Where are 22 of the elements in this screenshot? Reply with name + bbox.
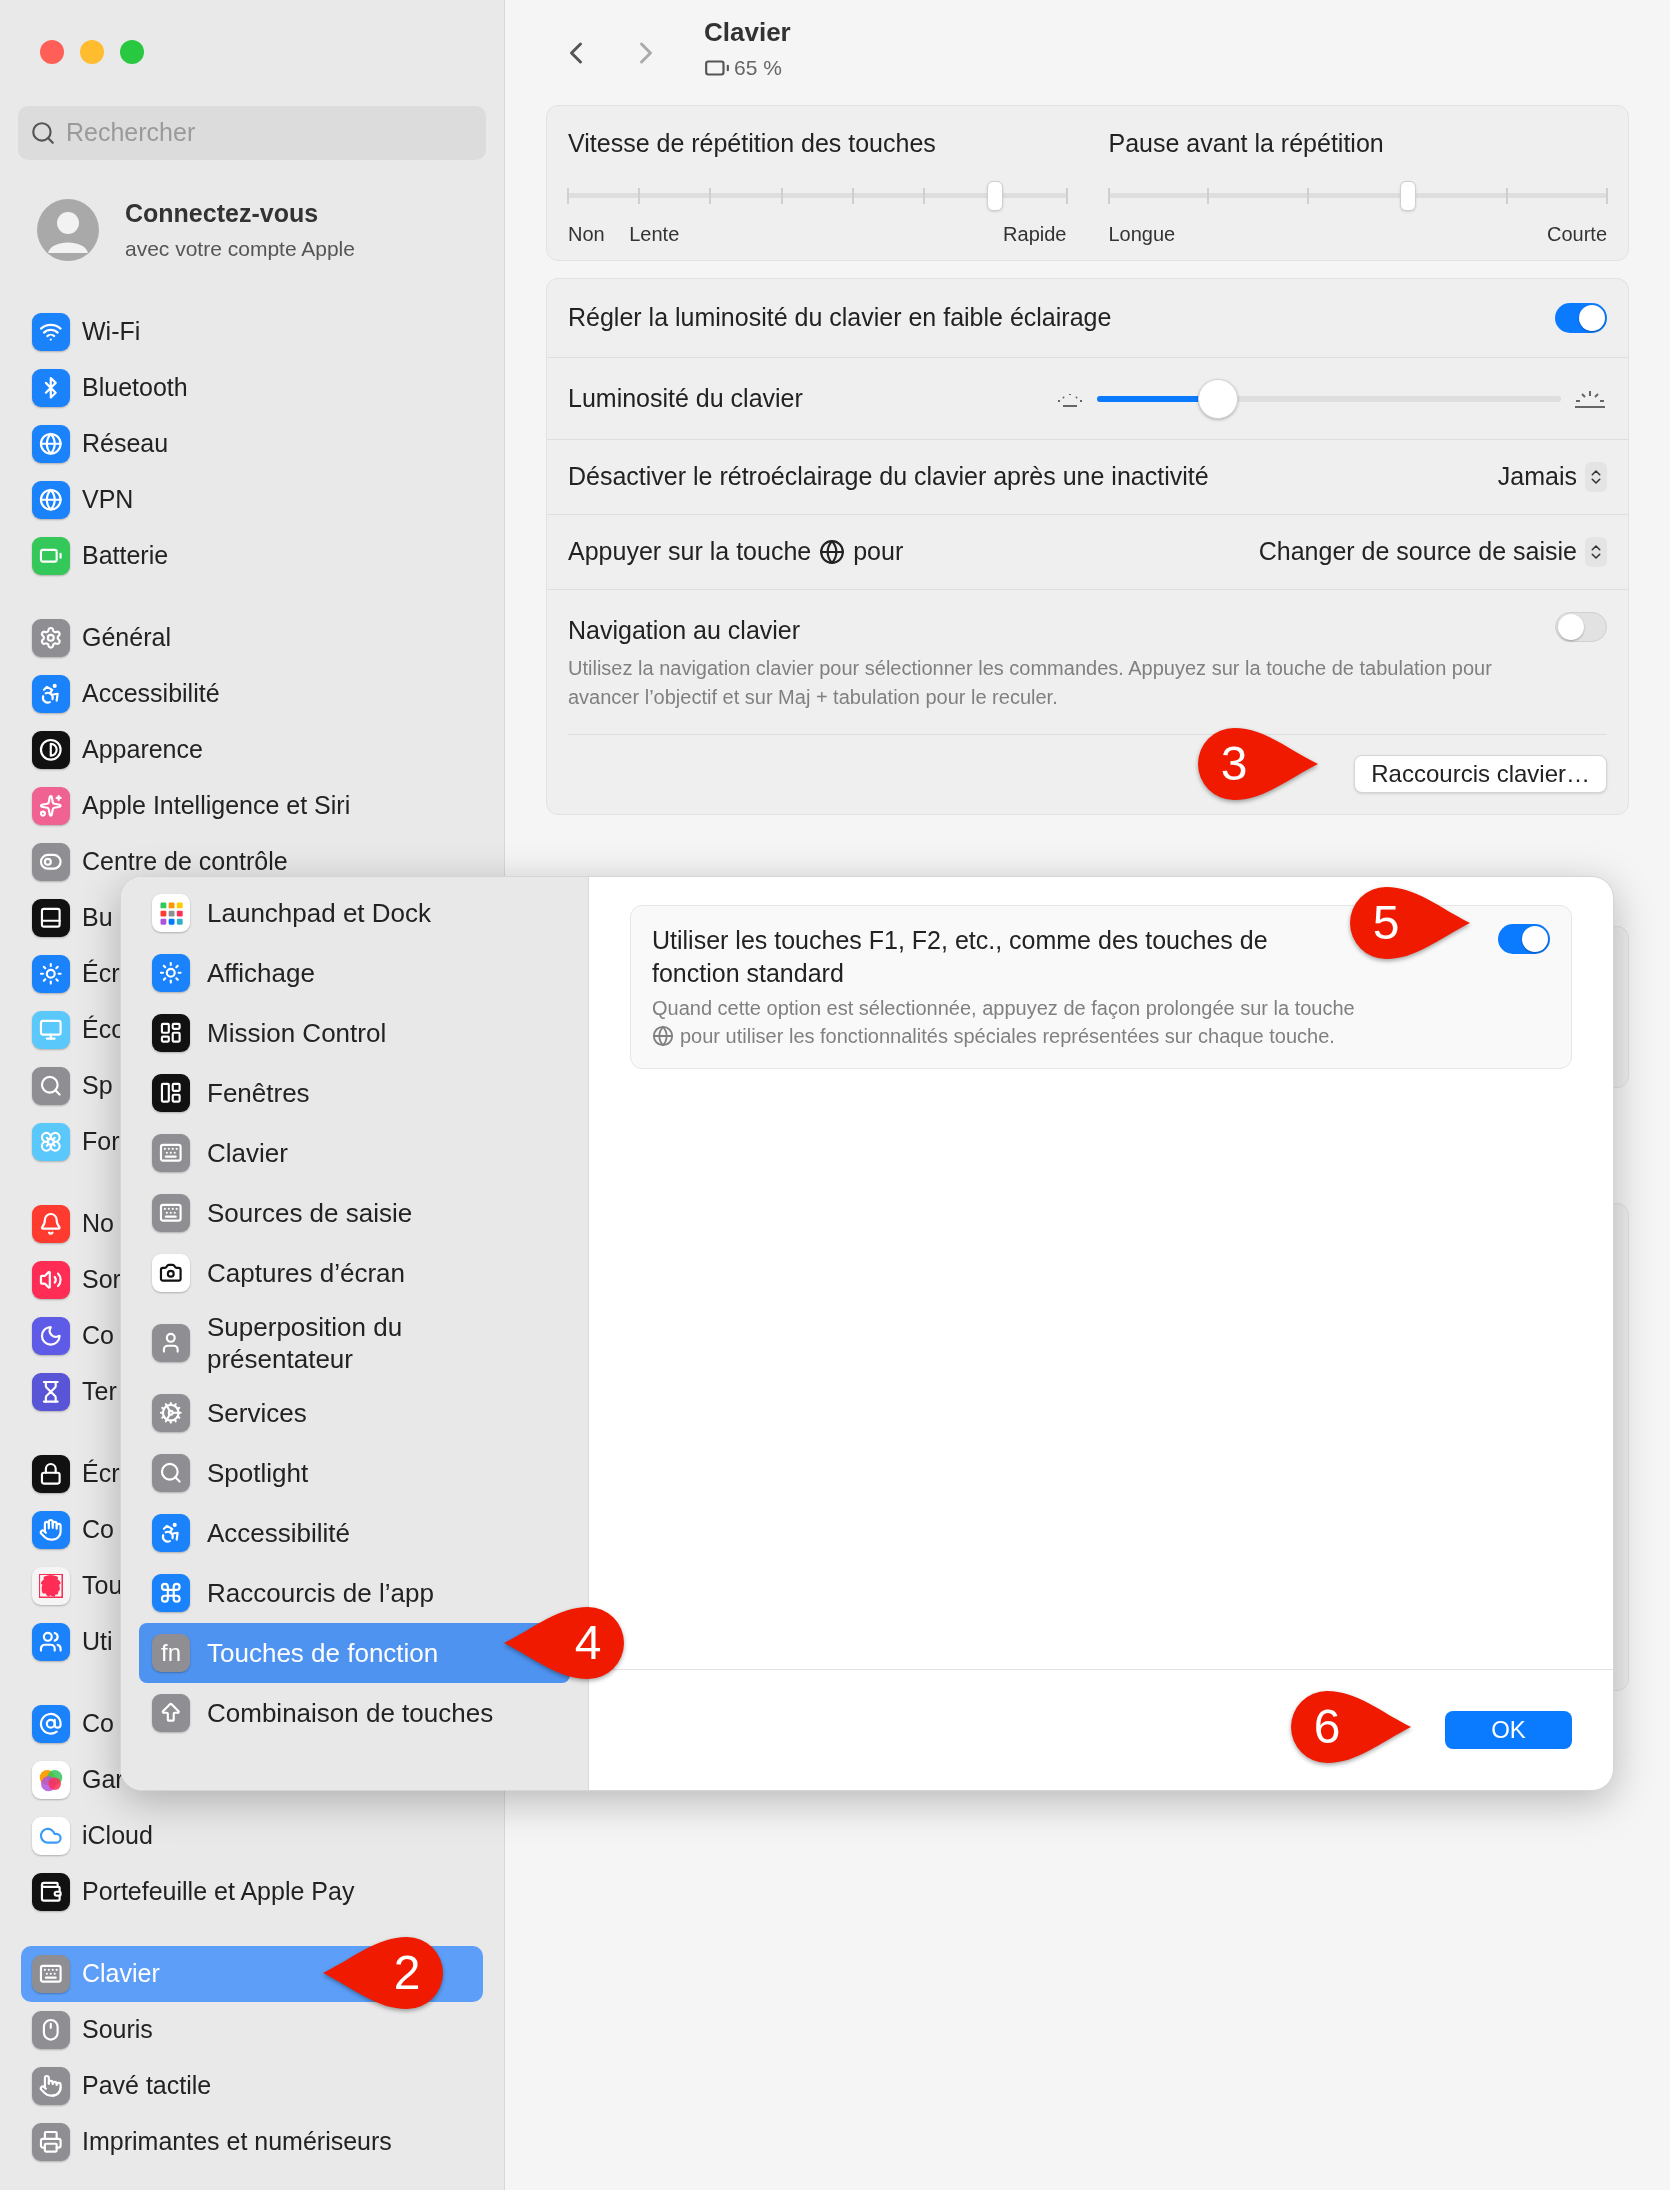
setting-label: Navigation au clavier	[568, 615, 802, 646]
slider-title: Vitesse de répétition des touches	[568, 128, 937, 159]
setting-label: Régler la luminosité du clavier en faible éclairage	[568, 302, 1112, 334]
slider-label: Rapide	[1003, 222, 1067, 248]
page-title: Clavier	[704, 16, 791, 50]
option-description: pour utiliser les fonctionnalités spéciales représentées sur chaque touche.	[680, 1024, 1335, 1049]
account-subtitle: avec votre compte Apple	[125, 235, 355, 262]
slider-title: Pause avant la répétition	[1108, 128, 1385, 159]
account-title: Connectez-vous	[125, 198, 320, 229]
slider-label: Lente	[629, 222, 680, 248]
setting-label: Désactiver le rétroéclairage du clavier après une inactivité	[568, 461, 1209, 493]
option-description: Quand cette option est sélectionnée, appuyez de façon prolongée sur la touche	[652, 996, 1355, 1021]
fn-key-icon: fn	[152, 1634, 190, 1672]
setting-label: Appuyer sur la touche	[568, 536, 812, 568]
slider-label: Non	[568, 222, 605, 248]
option-title: Utiliser les touches F1, F2, etc., comme des touches de fonction standard	[652, 925, 1269, 989]
slider-label: Longue	[1108, 222, 1176, 248]
slider-label: Courte	[1546, 222, 1607, 248]
setting-label: pour	[853, 536, 904, 568]
setting-label: Luminosité du clavier	[568, 382, 803, 414]
battery-level: 65 %	[734, 55, 782, 82]
setting-description: Utilisez la navigation clavier pour sélectionner les commandes. Appuyez sur la touche de tabulation pour avancer l’objectif et sur Maj + tabulation pour le reculer.	[568, 655, 1493, 710]
